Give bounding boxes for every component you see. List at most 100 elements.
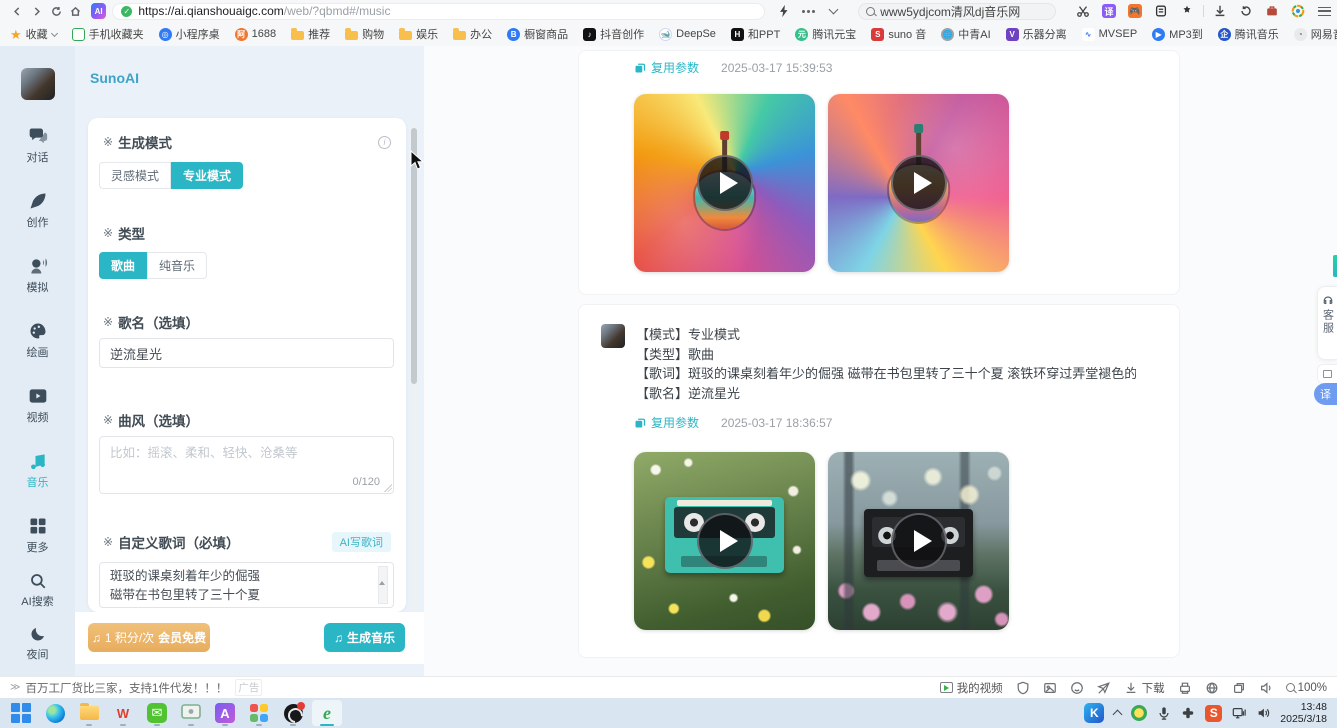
collapse-chevron-icon[interactable]: [821, 2, 846, 20]
more-options-icon[interactable]: [796, 2, 821, 20]
download-button[interactable]: 下载: [1124, 680, 1165, 696]
info-icon[interactable]: i: [378, 136, 391, 149]
bookmark-phone[interactable]: 手机收藏夹: [72, 26, 144, 42]
remote-control-icon[interactable]: [1181, 706, 1195, 720]
games-extension-icon[interactable]: 🎮: [1122, 2, 1148, 20]
start-button[interactable]: [6, 700, 36, 726]
taskbar-obs[interactable]: [278, 700, 308, 726]
address-bar[interactable]: ✓ https://ai.qianshouaigc.com/web/?qbmd#…: [112, 3, 765, 20]
bookmark-mvsep[interactable]: ∿MVSEP: [1082, 28, 1138, 41]
play-button[interactable]: [697, 155, 753, 211]
taskbar-screenshare[interactable]: [176, 700, 206, 726]
sidebar-item-simulate[interactable]: 模拟: [27, 256, 49, 295]
bookmark-chuchuang[interactable]: B橱窗商品: [507, 26, 568, 42]
refresh-icon[interactable]: [46, 2, 65, 20]
menu-icon[interactable]: [1311, 2, 1337, 20]
sidebar-item-create[interactable]: 创作: [27, 191, 49, 230]
bookmark-miniprogram[interactable]: ◎小程序桌: [159, 26, 220, 42]
window-restore-icon[interactable]: [1232, 681, 1246, 695]
coin-icon[interactable]: [1131, 705, 1147, 721]
bookmark-netease-music[interactable]: ◔网易音乐: [1294, 26, 1337, 42]
ie-globe-icon[interactable]: [1205, 681, 1219, 695]
printer-icon[interactable]: [1178, 681, 1192, 695]
bookmark-deepseek[interactable]: 🐋DeepSe: [659, 28, 716, 41]
extensions-icon[interactable]: [1174, 2, 1200, 20]
taskbar-colorful-app[interactable]: [244, 700, 274, 726]
taskbar-clock[interactable]: 13:48 2025/3/18: [1280, 701, 1327, 725]
bookmark-heppt[interactable]: H和PPT: [731, 26, 780, 42]
panel-scrollbar[interactable]: [411, 124, 417, 654]
back-icon[interactable]: [8, 2, 27, 20]
kimi-icon[interactable]: K: [1084, 703, 1104, 723]
album-art[interactable]: [828, 94, 1009, 272]
network-icon[interactable]: [1232, 706, 1246, 720]
bookmark-suno[interactable]: Ssuno 音: [871, 26, 926, 42]
tray-expand-icon[interactable]: [1113, 710, 1123, 720]
bookmark-zhongqing-ai[interactable]: 🌐中青AI: [941, 26, 990, 42]
history-undo-icon[interactable]: [1233, 2, 1259, 20]
ad-text[interactable]: 百万工厂货比三家，支持1件代发！！！: [25, 680, 227, 696]
album-art[interactable]: [828, 452, 1009, 630]
microphone-icon[interactable]: [1157, 706, 1171, 720]
downloads-icon[interactable]: [1207, 2, 1233, 20]
sidebar-item-music[interactable]: 音乐: [27, 451, 49, 490]
image-icon[interactable]: [1043, 681, 1057, 695]
type-song-button[interactable]: 歌曲: [99, 252, 147, 279]
home-icon[interactable]: [66, 2, 85, 20]
security-icon[interactable]: ✓: [121, 6, 132, 17]
scissors-icon[interactable]: [1070, 2, 1096, 20]
play-button[interactable]: [697, 513, 753, 569]
volume-icon[interactable]: [1256, 706, 1270, 720]
album-art[interactable]: [634, 452, 815, 630]
lyrics-textarea[interactable]: 斑驳的课桌刻着年少的倔强 磁带在书包里转了三十个夏 滚铁环穿过弄堂褪色的砖墙: [99, 562, 394, 608]
side-panel-peek[interactable]: [1333, 255, 1337, 277]
taskbar-ai-app[interactable]: A: [210, 700, 240, 726]
album-art[interactable]: [634, 94, 815, 272]
play-button[interactable]: [891, 155, 947, 211]
mode-professional-button[interactable]: 专业模式: [171, 162, 243, 189]
taskbar-edge[interactable]: [40, 700, 70, 726]
textarea-scrollbar[interactable]: [378, 566, 388, 604]
bookmark-favorites[interactable]: ★收藏: [10, 26, 57, 42]
sidebar-item-paint[interactable]: 绘画: [27, 321, 49, 360]
bookmark-folder-yule[interactable]: 娱乐: [399, 26, 438, 42]
translate-extension-icon[interactable]: 译: [1096, 2, 1122, 20]
reuse-params-button[interactable]: 复用参数: [634, 59, 699, 76]
bookmark-yuanbao[interactable]: 元腾讯元宝: [795, 26, 856, 42]
zoom-control[interactable]: 100%: [1286, 682, 1327, 694]
bookmark-folder-tuijian[interactable]: 推荐: [291, 26, 330, 42]
speaker-icon[interactable]: [1259, 681, 1273, 695]
sidebar-item-ai-search[interactable]: AI搜索: [21, 572, 53, 609]
bookmark-yueqi-fenli[interactable]: V乐器分离: [1006, 26, 1067, 42]
translate-button[interactable]: 译: [1314, 383, 1337, 405]
reader-extension-icon[interactable]: [1148, 2, 1174, 20]
chevrons-icon[interactable]: ≫: [10, 682, 20, 693]
taskbar-wechat[interactable]: ✉: [142, 700, 172, 726]
taskbar-360-browser[interactable]: e: [312, 700, 342, 726]
bookmark-mp3[interactable]: ▶MP3到: [1152, 26, 1203, 42]
taskbar-wps[interactable]: W: [108, 700, 138, 726]
toolbox-icon[interactable]: [1259, 2, 1285, 20]
customer-service-tab[interactable]: 客服: [1317, 286, 1337, 360]
cost-button[interactable]: ♫ 1 积分/次 会员免费: [88, 623, 210, 652]
forward-icon[interactable]: [27, 2, 46, 20]
accelerator-icon[interactable]: [771, 2, 796, 20]
play-button[interactable]: [891, 513, 947, 569]
taskbar-explorer[interactable]: [74, 700, 104, 726]
rocket-icon[interactable]: [1097, 681, 1111, 695]
side-panel-toggle[interactable]: [1317, 364, 1337, 384]
shield-icon[interactable]: [1016, 681, 1030, 695]
sidebar-item-more[interactable]: 更多: [27, 516, 49, 555]
bookmark-douyin-chuangzuo[interactable]: ♪抖音创作: [583, 26, 644, 42]
browser-logo-icon[interactable]: [1285, 2, 1311, 20]
bookmark-folder-gouwu[interactable]: 购物: [345, 26, 384, 42]
reuse-params-button[interactable]: 复用参数: [634, 414, 699, 431]
sogou-icon[interactable]: S: [1205, 705, 1222, 722]
mode-inspiration-button[interactable]: 灵感模式: [99, 162, 171, 189]
generate-music-button[interactable]: ♫ 生成音乐: [324, 623, 405, 652]
song-name-input[interactable]: [99, 338, 394, 368]
sidebar-item-night-mode[interactable]: 夜间: [27, 625, 49, 662]
bookmark-folder-bangong[interactable]: 办公: [453, 26, 492, 42]
style-textarea[interactable]: [99, 436, 394, 494]
type-instrumental-button[interactable]: 纯音乐: [147, 252, 207, 279]
